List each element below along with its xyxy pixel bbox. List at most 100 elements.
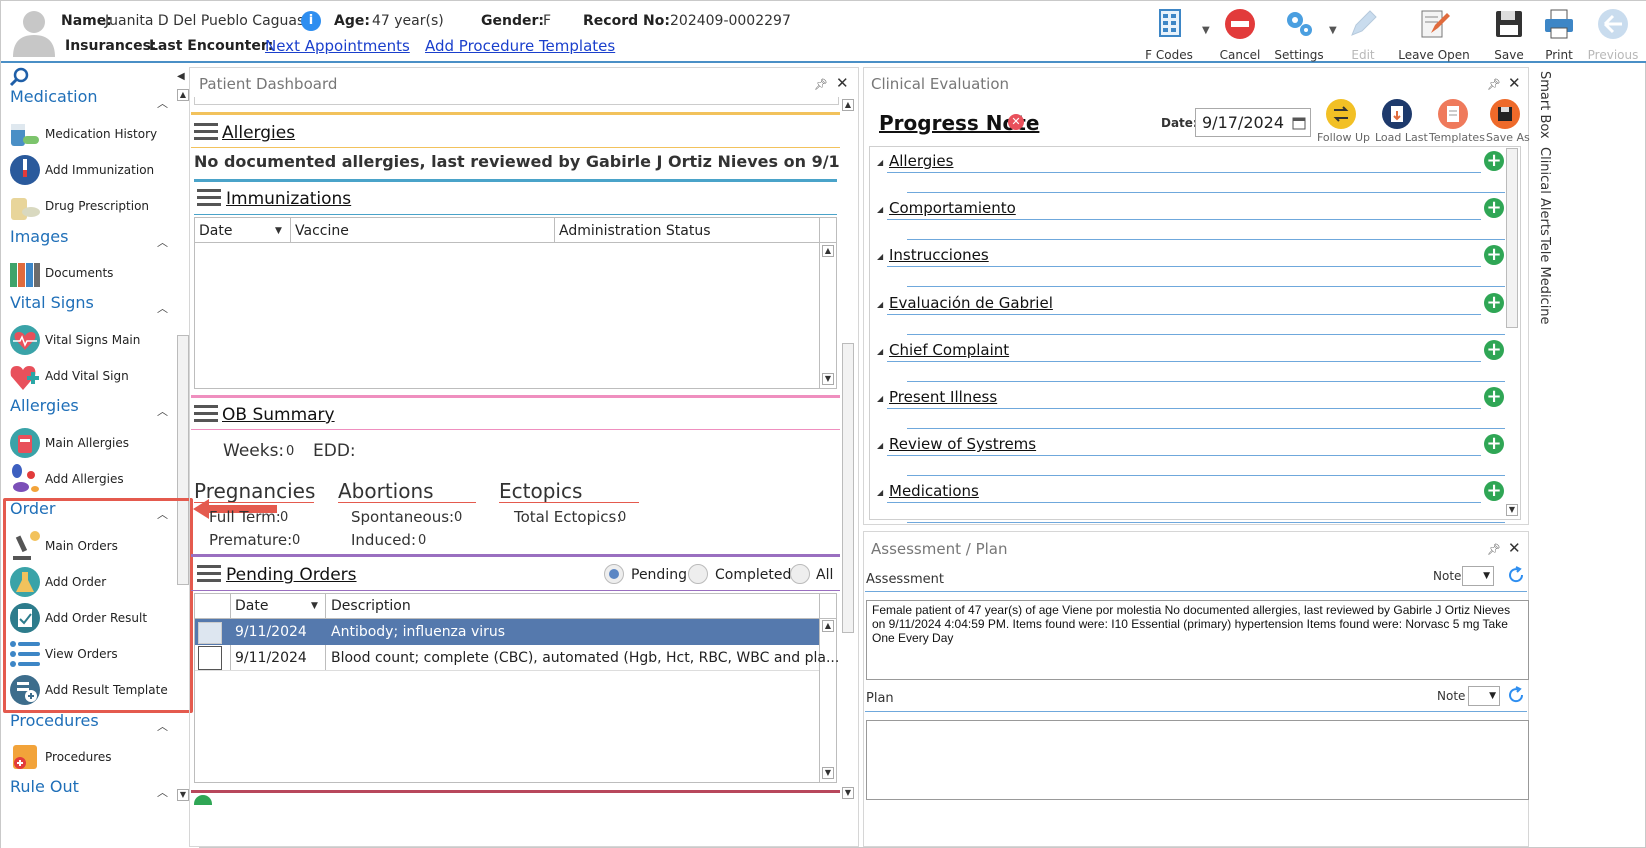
expand-triangle-icon[interactable]: ◢ <box>877 394 883 403</box>
clinical-section-title[interactable]: Medications <box>889 482 979 500</box>
next-appointments-link[interactable]: Next Appointments <box>265 37 410 55</box>
sidebar-item-vital-signs-main[interactable]: Vital Signs Main <box>9 323 179 357</box>
settings-button[interactable]: Settings <box>1269 5 1329 62</box>
leave-open-button[interactable]: Leave Open <box>1397 5 1471 62</box>
dashboard-scroll-down-icon[interactable]: ▼ <box>842 787 854 799</box>
procedures-collapse-icon[interactable]: ︿ <box>157 718 168 734</box>
edit-button[interactable]: Edit <box>1341 5 1385 62</box>
date-sort-icon[interactable]: ▼ <box>275 226 282 236</box>
orders-scroll-up-icon[interactable]: ▲ <box>822 620 834 632</box>
expand-triangle-icon[interactable]: ◢ <box>877 205 883 214</box>
section-allergies[interactable]: Allergies <box>10 396 79 415</box>
assessment-textarea[interactable]: Female patient of 47 year(s) of age Vien… <box>866 600 1529 680</box>
plan-note-dropdown[interactable]: ▼ <box>1468 686 1500 706</box>
clinical-section-title[interactable]: Chief Complaint <box>889 341 1009 359</box>
clinical-scrollbar[interactable]: ▼ <box>1506 148 1519 518</box>
allergies-menu-icon[interactable] <box>194 123 218 143</box>
sidebar-item-add-allergies[interactable]: Add Allergies <box>9 462 179 496</box>
clinical-pin-icon[interactable]: 📌︎ <box>1487 78 1501 91</box>
radio-completed-label[interactable]: Completed <box>715 567 791 583</box>
immun-col-vaccine[interactable]: Vaccine <box>295 223 349 239</box>
cancel-button[interactable]: Cancel <box>1213 5 1267 62</box>
add-section-icon[interactable]: + <box>1484 340 1504 360</box>
expand-triangle-icon[interactable]: ◢ <box>877 252 883 261</box>
clinical-section-title[interactable]: Present Illness <box>889 388 997 406</box>
follow-up-button[interactable] <box>1326 99 1356 129</box>
clinical-section-title[interactable]: Instrucciones <box>889 246 989 264</box>
pending-orders-link[interactable]: Pending Orders <box>226 565 357 585</box>
clinical-section-title[interactable]: Comportamiento <box>889 199 1016 217</box>
add-section-icon[interactable]: + <box>1484 387 1504 407</box>
immun-scroll-down-icon[interactable]: ▼ <box>822 373 834 385</box>
medication-collapse-icon[interactable]: ︿ <box>157 95 168 111</box>
row-checkbox[interactable] <box>198 646 222 670</box>
radio-all-label[interactable]: All <box>816 567 833 583</box>
sidebar-scrollbar[interactable]: ▲ ▼ <box>177 75 189 845</box>
add-procedure-templates-link[interactable]: Add Procedure Templates <box>425 37 615 55</box>
clinical-scroll-thumb[interactable] <box>1506 148 1518 328</box>
expand-triangle-icon[interactable]: ◢ <box>877 347 883 356</box>
templates-button[interactable] <box>1438 99 1468 129</box>
section-medication[interactable]: Medication <box>10 87 98 106</box>
orders-col-description[interactable]: Description <box>331 598 411 614</box>
sidebar-item-main-allergies[interactable]: Main Allergies <box>9 426 179 460</box>
images-collapse-icon[interactable]: ︿ <box>157 234 168 250</box>
sidebar-item-documents[interactable]: Documents <box>9 256 179 290</box>
radio-all[interactable] <box>790 564 810 584</box>
calendar-icon[interactable] <box>1292 116 1306 130</box>
tab-clinical-alerts[interactable]: Clinical Alerts <box>1537 147 1552 236</box>
sidebar-item-add-vital-sign[interactable]: Add Vital Sign <box>9 359 179 393</box>
orders-col-date[interactable]: Date <box>235 598 268 614</box>
rule-out-collapse-icon[interactable]: ︿ <box>157 784 168 800</box>
section-vital-signs[interactable]: Vital Signs <box>10 293 94 312</box>
add-section-icon[interactable]: + <box>1484 151 1504 171</box>
table-row[interactable]: 9/11/2024 Blood count; complete (CBC), a… <box>195 645 839 671</box>
info-icon[interactable]: i <box>301 11 321 31</box>
remove-note-icon[interactable]: ✕ <box>1008 114 1024 130</box>
sidebar-scroll-down-icon[interactable]: ▼ <box>177 789 189 801</box>
dashboard-close-icon[interactable]: ✕ <box>836 74 849 92</box>
clinical-scroll-down-icon[interactable]: ▼ <box>1506 504 1518 516</box>
allergies-collapse-icon[interactable]: ︿ <box>157 403 168 419</box>
pending-menu-icon[interactable] <box>197 565 221 585</box>
section-rule-out[interactable]: Rule Out <box>10 777 79 796</box>
ob-menu-icon[interactable] <box>194 405 218 425</box>
dashboard-scroll-up-icon[interactable]: ▲ <box>842 99 854 111</box>
save-button[interactable]: Save <box>1487 5 1531 62</box>
sidebar-scroll-up-icon[interactable]: ▲ <box>177 89 189 101</box>
add-section-icon[interactable]: + <box>1484 434 1504 454</box>
add-section-icon[interactable]: + <box>1484 198 1504 218</box>
plan-refresh-icon[interactable] <box>1506 685 1526 705</box>
add-section-icon[interactable]: + <box>1484 245 1504 265</box>
expand-triangle-icon[interactable]: ◢ <box>877 300 883 309</box>
immunizations-section-link[interactable]: Immunizations <box>226 189 351 209</box>
dashboard-scrollbar[interactable]: ▲ ▼ <box>842 99 855 801</box>
sidebar-item-procedures[interactable]: Procedures <box>9 740 179 774</box>
expand-triangle-icon[interactable]: ◢ <box>877 488 883 497</box>
load-last-button[interactable] <box>1382 99 1412 129</box>
date-field[interactable]: 9/17/2024 <box>1195 108 1311 137</box>
clinical-section-title[interactable]: Allergies <box>889 152 953 170</box>
assessment-pin-icon[interactable]: 📌︎ <box>1487 543 1501 556</box>
sidebar-item-add-immunization[interactable]: Add Immunization <box>9 153 179 187</box>
save-as-button[interactable] <box>1490 99 1520 129</box>
immun-col-date[interactable]: Date <box>199 223 232 239</box>
fcodes-button[interactable]: F Codes <box>1143 5 1195 62</box>
plan-textarea[interactable] <box>866 720 1529 800</box>
settings-dropdown-icon[interactable]: ▼ <box>1329 25 1337 36</box>
allergies-section-link[interactable]: Allergies <box>222 123 295 143</box>
radio-completed[interactable] <box>688 564 708 584</box>
row-checkbox[interactable] <box>198 622 222 644</box>
previous-button[interactable]: Previous <box>1585 5 1641 62</box>
radio-pending-label[interactable]: Pending <box>631 567 687 583</box>
immun-col-admin-status[interactable]: Administration Status <box>559 223 711 239</box>
orders-scroll-down-icon[interactable]: ▼ <box>822 767 834 779</box>
search-icon[interactable] <box>9 67 29 87</box>
print-button[interactable]: Print <box>1537 5 1581 62</box>
fcodes-dropdown-icon[interactable]: ▼ <box>1202 25 1210 36</box>
clinical-close-icon[interactable]: ✕ <box>1508 74 1521 92</box>
tab-tele-medicine[interactable]: Tele Medicine <box>1537 237 1552 325</box>
table-row[interactable]: 9/11/2024 Antibody; influenza virus <box>195 619 819 645</box>
clinical-section-title[interactable]: Review of Systrems <box>889 435 1036 453</box>
immun-scroll-up-icon[interactable]: ▲ <box>822 245 834 257</box>
